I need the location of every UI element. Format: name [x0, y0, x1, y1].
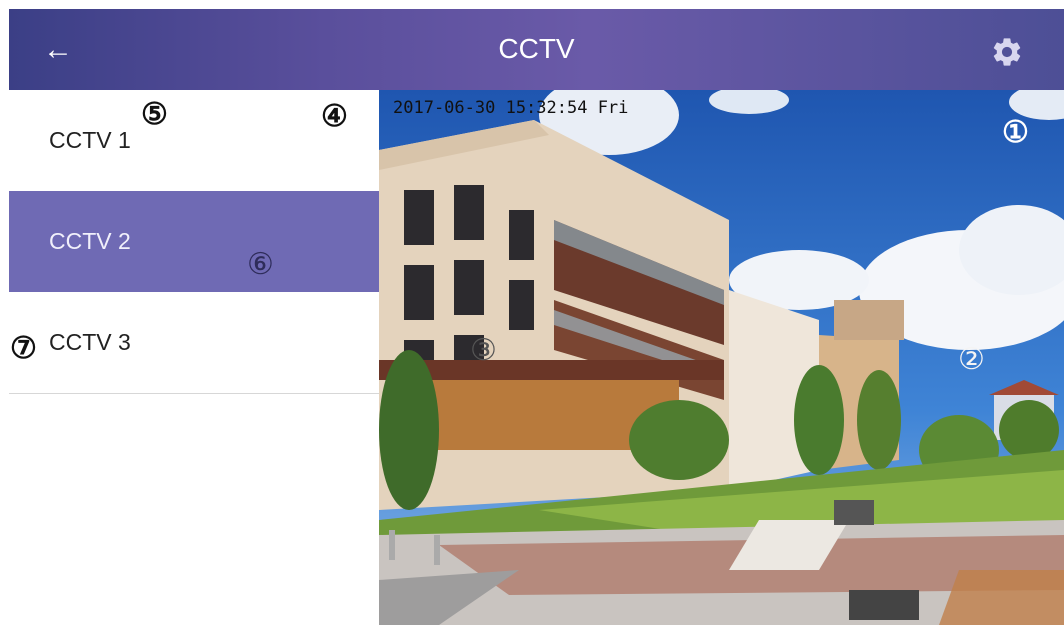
page-title: CCTV [498, 33, 575, 64]
camera-label: CCTV 1 [49, 127, 131, 153]
top-bar: ← CCTV [9, 9, 1064, 90]
annotation-marker-2: ② [958, 343, 985, 376]
gear-icon[interactable] [990, 35, 1024, 69]
annotation-marker-6: ⑥ [247, 248, 274, 281]
camera-item-cctv-2[interactable]: CCTV 2 [9, 191, 379, 292]
annotation-marker-1: ① [1002, 116, 1029, 149]
camera-item-cctv-3[interactable]: CCTV 3 [9, 292, 379, 393]
camera-label: CCTV 3 [49, 329, 131, 355]
annotation-marker-5: ⑤ [141, 98, 168, 131]
list-divider [9, 393, 379, 394]
annotation-marker-3: ③ [470, 334, 497, 367]
annotation-marker-4: ④ [321, 100, 348, 133]
camera-label: CCTV 2 [49, 228, 131, 254]
camera-list: CCTV 1 CCTV 2 CCTV 3 [9, 90, 379, 625]
annotation-marker-7: ⑦ [10, 332, 37, 365]
video-timestamp: 2017-06-30 15:32:54 Fri [393, 98, 629, 118]
